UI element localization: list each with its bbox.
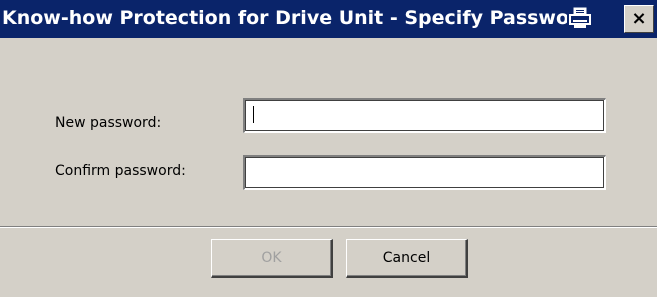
new-password-field[interactable] (243, 98, 606, 133)
password-dialog: Know-how Protection for Drive Unit - Spe… (0, 0, 657, 297)
ok-button[interactable]: OK (211, 239, 333, 278)
button-separator (0, 226, 657, 228)
printer-icon[interactable] (567, 5, 593, 31)
confirm-password-field[interactable] (243, 155, 606, 190)
text-caret (253, 106, 254, 123)
cancel-button-label: Cancel (382, 250, 431, 266)
title-bar[interactable]: Know-how Protection for Drive Unit - Spe… (0, 0, 657, 38)
window-title: Know-how Protection for Drive Unit - Spe… (2, 7, 567, 29)
cancel-button[interactable]: Cancel (346, 239, 468, 278)
close-icon: × (631, 8, 647, 29)
close-button[interactable]: × (624, 5, 654, 33)
ok-button-label: OK (261, 250, 282, 266)
new-password-label: New password: (55, 115, 162, 131)
confirm-password-label: Confirm password: (55, 163, 186, 179)
